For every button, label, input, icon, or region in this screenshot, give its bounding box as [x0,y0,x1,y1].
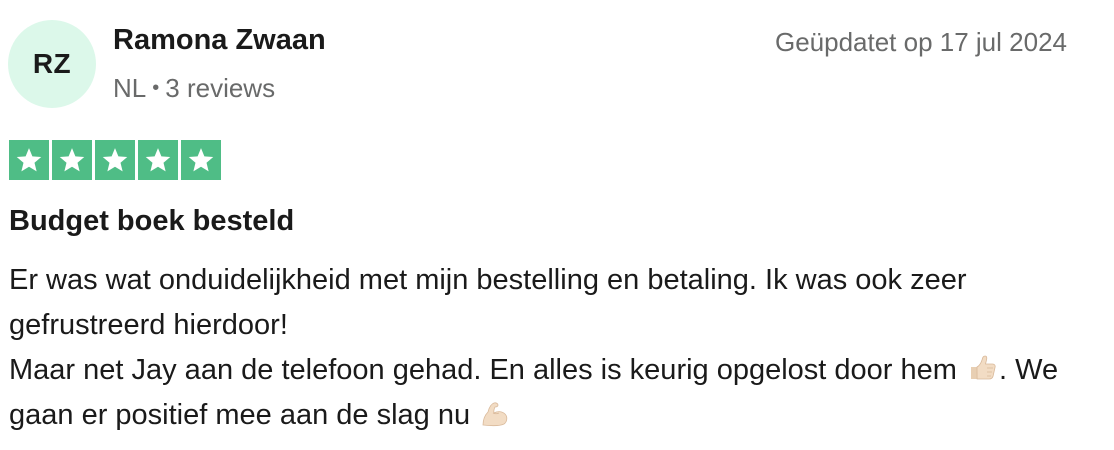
review-paragraph: Er was wat onduidelijkheid met mijn best… [9,264,967,341]
star-icon [52,140,92,180]
reviewer-review-count: 3 reviews [165,73,276,103]
thumbs-up-icon [967,353,997,383]
star-icon [95,140,135,180]
review-card: RZ Ramona Zwaan NL • 3 reviews Geüpdatet… [0,0,1114,450]
review-date: Geüpdatet op 17 jul 2024 [774,27,1067,57]
reviewer-country: NL [113,73,147,103]
review-body: Er was wat onduidelijkheid met mijn best… [9,258,1069,438]
star-icon [138,140,178,180]
avatar[interactable]: RZ [8,20,96,108]
star-rating [9,140,224,180]
star-icon [9,140,49,180]
review-title: Budget boek besteld [9,205,295,237]
flexed-biceps-icon [480,398,510,428]
review-text: Maar net Jay aan de telefoon gehad. En a… [9,354,957,386]
star-icon [181,140,221,180]
avatar-initials: RZ [32,48,72,79]
reviewer-name[interactable]: Ramona Zwaan [113,24,326,57]
review-paragraph: Maar net Jay aan de telefoon gehad. En a… [9,348,1069,438]
meta-separator: • [152,77,160,99]
reviewer-meta: NL • 3 reviews [113,73,275,104]
